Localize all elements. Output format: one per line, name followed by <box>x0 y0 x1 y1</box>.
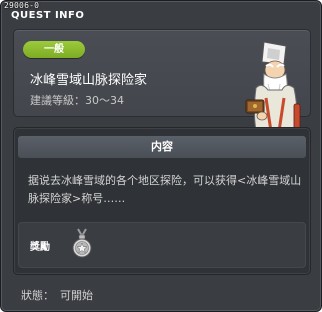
quest-status: 狀態： 可開始 <box>21 287 99 303</box>
quest-name: 冰峰雪域山脉探险家 <box>30 73 148 88</box>
medal-icon[interactable] <box>70 228 94 260</box>
content-header: 内容 <box>18 136 306 158</box>
quest-id: 29006-0 <box>4 1 40 10</box>
window-title: QUEST INFO <box>11 10 85 21</box>
recommended-level-value: 30～34 <box>85 94 124 107</box>
category-badge: 一般 <box>23 41 85 58</box>
recommended-level-label: 建議等級： <box>30 94 85 107</box>
reward-row: 獎勵 <box>18 222 306 268</box>
status-label: 狀態： <box>21 289 54 302</box>
quest-info-window: 29006-0 QUEST INFO 一般 冰峰雪域山脉探险家 建議等級：30～… <box>0 0 322 312</box>
quest-content-panel: 内容 据说去冰峰雪域的各个地区探险，可以获得<冰峰雪域山脉探险家>称号…… 獎勵 <box>13 127 311 275</box>
reward-label: 獎勵 <box>30 242 50 253</box>
recommended-level: 建議等級：30～34 <box>30 92 124 108</box>
quest-summary-panel: 一般 冰峰雪域山脉探险家 建議等級：30～34 <box>13 29 311 141</box>
quest-description: 据说去冰峰雪域的各个地区探险，可以获得<冰峰雪域山脉探险家>称号…… <box>28 174 302 205</box>
status-value: 可開始 <box>60 289 93 302</box>
